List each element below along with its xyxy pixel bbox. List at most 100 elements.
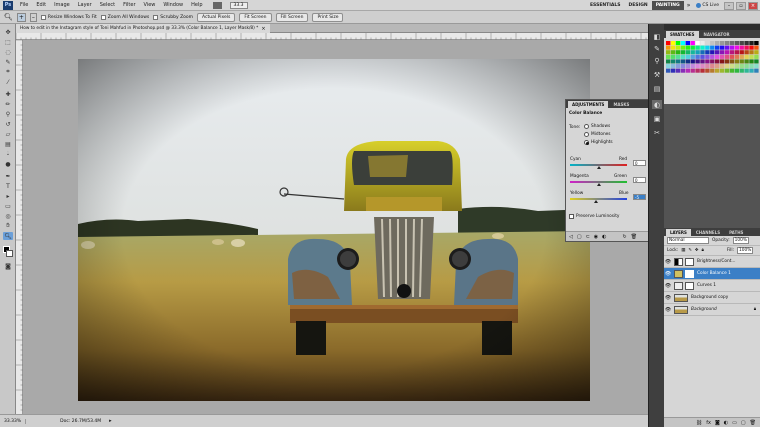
color-swatch[interactable] — [724, 45, 730, 50]
workspace-essentials[interactable]: ESSENTIALS — [586, 3, 625, 8]
color-swatch[interactable] — [739, 68, 744, 73]
hand-tool-icon[interactable]: ✋︎ — [3, 222, 13, 230]
workspace-painting[interactable]: PAINTING — [651, 1, 684, 10]
layer-row[interactable]: 👁︎ Brightness/Cont... — [664, 256, 760, 268]
tab-navigator[interactable]: NAVIGATOR — [699, 31, 734, 38]
zoom-tool-icon[interactable]: 🔍︎ — [4, 13, 13, 21]
history-brush-tool-icon[interactable]: ↺ — [3, 120, 13, 128]
preserve-luminosity-checkbox[interactable] — [569, 214, 574, 219]
clone-source-icon[interactable]: ⚲ — [652, 56, 662, 65]
eraser-tool-icon[interactable]: ▱ — [3, 130, 13, 138]
zoom-out-icon[interactable]: – — [29, 12, 37, 22]
color-swatch[interactable] — [749, 64, 754, 69]
color-swatch[interactable] — [724, 59, 730, 64]
lasso-tool-icon[interactable]: ◌ — [3, 48, 13, 56]
color-swatch[interactable] — [666, 50, 671, 55]
link-layers-icon[interactable]: ⛓ — [696, 420, 702, 426]
crop-tool-icon[interactable]: ⌗ — [3, 68, 13, 76]
eye-icon[interactable]: 👁︎ — [664, 295, 672, 301]
quick-mask-icon[interactable]: ◙ — [3, 262, 13, 270]
color-swatch[interactable] — [749, 45, 754, 50]
brush-tool-icon[interactable]: ✏ — [3, 100, 13, 108]
previous-state-icon[interactable]: ◐ — [602, 234, 606, 240]
color-swatch[interactable] — [675, 59, 681, 64]
swatch-cells[interactable] — [664, 38, 760, 104]
cs-live-button[interactable]: CS Live — [693, 3, 722, 8]
cyan-red-value[interactable]: 0 — [633, 160, 646, 166]
status-menu-arrow-icon[interactable]: ▸ — [109, 418, 112, 424]
document-image[interactable] — [78, 59, 590, 401]
color-swatch[interactable] — [734, 54, 739, 59]
eye-icon[interactable]: 👁︎ — [664, 307, 672, 313]
visibility-icon[interactable]: ◉ — [594, 234, 598, 240]
move-tool-icon[interactable]: ✥ — [3, 28, 13, 36]
color-swatch[interactable] — [749, 41, 754, 46]
color-swatch[interactable] — [700, 50, 705, 55]
color-swatch[interactable] — [729, 41, 735, 46]
color-swatch[interactable] — [675, 41, 681, 46]
eyedropper-tool-icon[interactable]: ⁄ — [3, 78, 13, 86]
add-mask-icon[interactable]: ◙ — [715, 420, 720, 426]
color-swatch[interactable] — [729, 59, 735, 64]
color-swatch[interactable] — [675, 45, 681, 50]
adjustments-panel-icon[interactable]: ◐ — [652, 100, 662, 109]
eye-icon[interactable]: 👁︎ — [664, 283, 672, 289]
color-swatch[interactable] — [744, 50, 749, 55]
color-swatch[interactable] — [739, 59, 744, 64]
color-swatch[interactable] — [695, 41, 700, 46]
menu-filter[interactable]: Filter — [119, 2, 139, 8]
quick-select-tool-icon[interactable]: ✎ — [3, 58, 13, 66]
type-tool-icon[interactable]: T — [3, 182, 13, 190]
zoom-in-icon[interactable]: + — [16, 12, 26, 22]
gradient-tool-icon[interactable]: ▤ — [3, 140, 13, 148]
color-swatch[interactable] — [729, 68, 735, 73]
resize-windows-checkbox[interactable]: Resize Windows To Fit — [40, 14, 97, 20]
mini-bridge-icon[interactable] — [212, 1, 222, 9]
color-swatch[interactable] — [729, 64, 735, 69]
color-swatch[interactable] — [680, 64, 686, 69]
color-swatch[interactable] — [744, 54, 749, 59]
color-swatch[interactable] — [719, 45, 725, 50]
pen-tool-icon[interactable]: ✒ — [3, 172, 13, 180]
delete-layer-icon[interactable]: 🗑︎ — [750, 420, 756, 426]
color-swatch[interactable] — [734, 59, 739, 64]
color-swatch[interactable] — [685, 59, 690, 64]
menu-select[interactable]: Select — [96, 2, 119, 8]
layer-row[interactable]: 👁︎ Color Balance 1 — [664, 268, 760, 280]
healing-brush-tool-icon[interactable]: ✚ — [3, 90, 13, 98]
color-swatch[interactable] — [695, 54, 700, 59]
color-swatch[interactable] — [705, 50, 710, 55]
yellow-blue-slider[interactable] — [570, 198, 627, 200]
color-swatch[interactable] — [685, 64, 690, 69]
color-swatch[interactable] — [685, 50, 690, 55]
color-swatch[interactable] — [675, 54, 681, 59]
color-swatch[interactable] — [749, 68, 754, 73]
path-select-tool-icon[interactable]: ▸ — [3, 192, 13, 200]
color-swatch[interactable] — [690, 64, 695, 69]
tab-layers[interactable]: LAYERS — [666, 229, 691, 236]
color-swatch[interactable] — [754, 59, 759, 64]
color-swatch[interactable] — [700, 54, 705, 59]
back-arrow-icon[interactable]: ◁ — [569, 234, 573, 240]
radio-midtones[interactable] — [584, 132, 589, 137]
color-swatch[interactable] — [690, 54, 695, 59]
menu-layer[interactable]: Layer — [74, 2, 96, 8]
tools-panel-icon[interactable]: ✂ — [652, 128, 662, 137]
color-swatch[interactable] — [754, 45, 759, 50]
close-tab-icon[interactable]: × — [261, 26, 265, 32]
workspace-design[interactable]: DESIGN — [625, 3, 652, 8]
color-swatch[interactable] — [710, 64, 715, 69]
color-swatch[interactable] — [690, 50, 695, 55]
color-swatch[interactable] — [670, 59, 676, 64]
layer-row[interactable]: 👁︎ Background 🔒︎ — [664, 304, 760, 316]
color-swatch[interactable] — [744, 41, 749, 46]
color-swatch[interactable] — [695, 45, 700, 50]
color-swatch[interactable] — [710, 45, 715, 50]
cyan-red-slider-knob[interactable] — [596, 166, 601, 169]
radio-shadows[interactable] — [584, 124, 589, 129]
color-swatch[interactable] — [705, 59, 710, 64]
menu-image[interactable]: Image — [50, 2, 74, 8]
yellow-blue-slider-knob[interactable] — [594, 200, 599, 203]
color-swatch[interactable] — [734, 50, 739, 55]
color-swatch[interactable] — [690, 68, 695, 73]
